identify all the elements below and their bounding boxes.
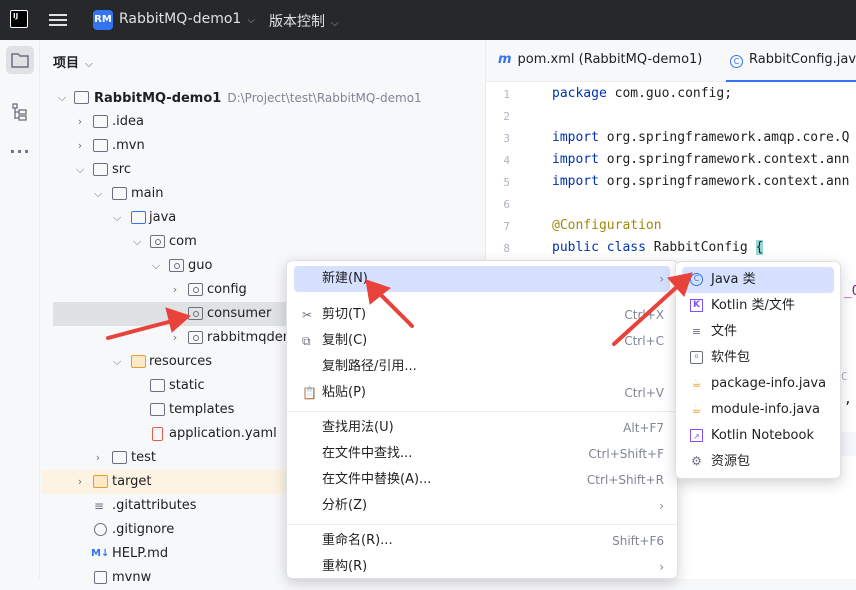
red-arrow-icon <box>365 279 414 328</box>
annotation-arrows <box>106 272 693 346</box>
red-arrow-icon <box>106 307 191 340</box>
red-arrow-icon <box>612 272 693 346</box>
